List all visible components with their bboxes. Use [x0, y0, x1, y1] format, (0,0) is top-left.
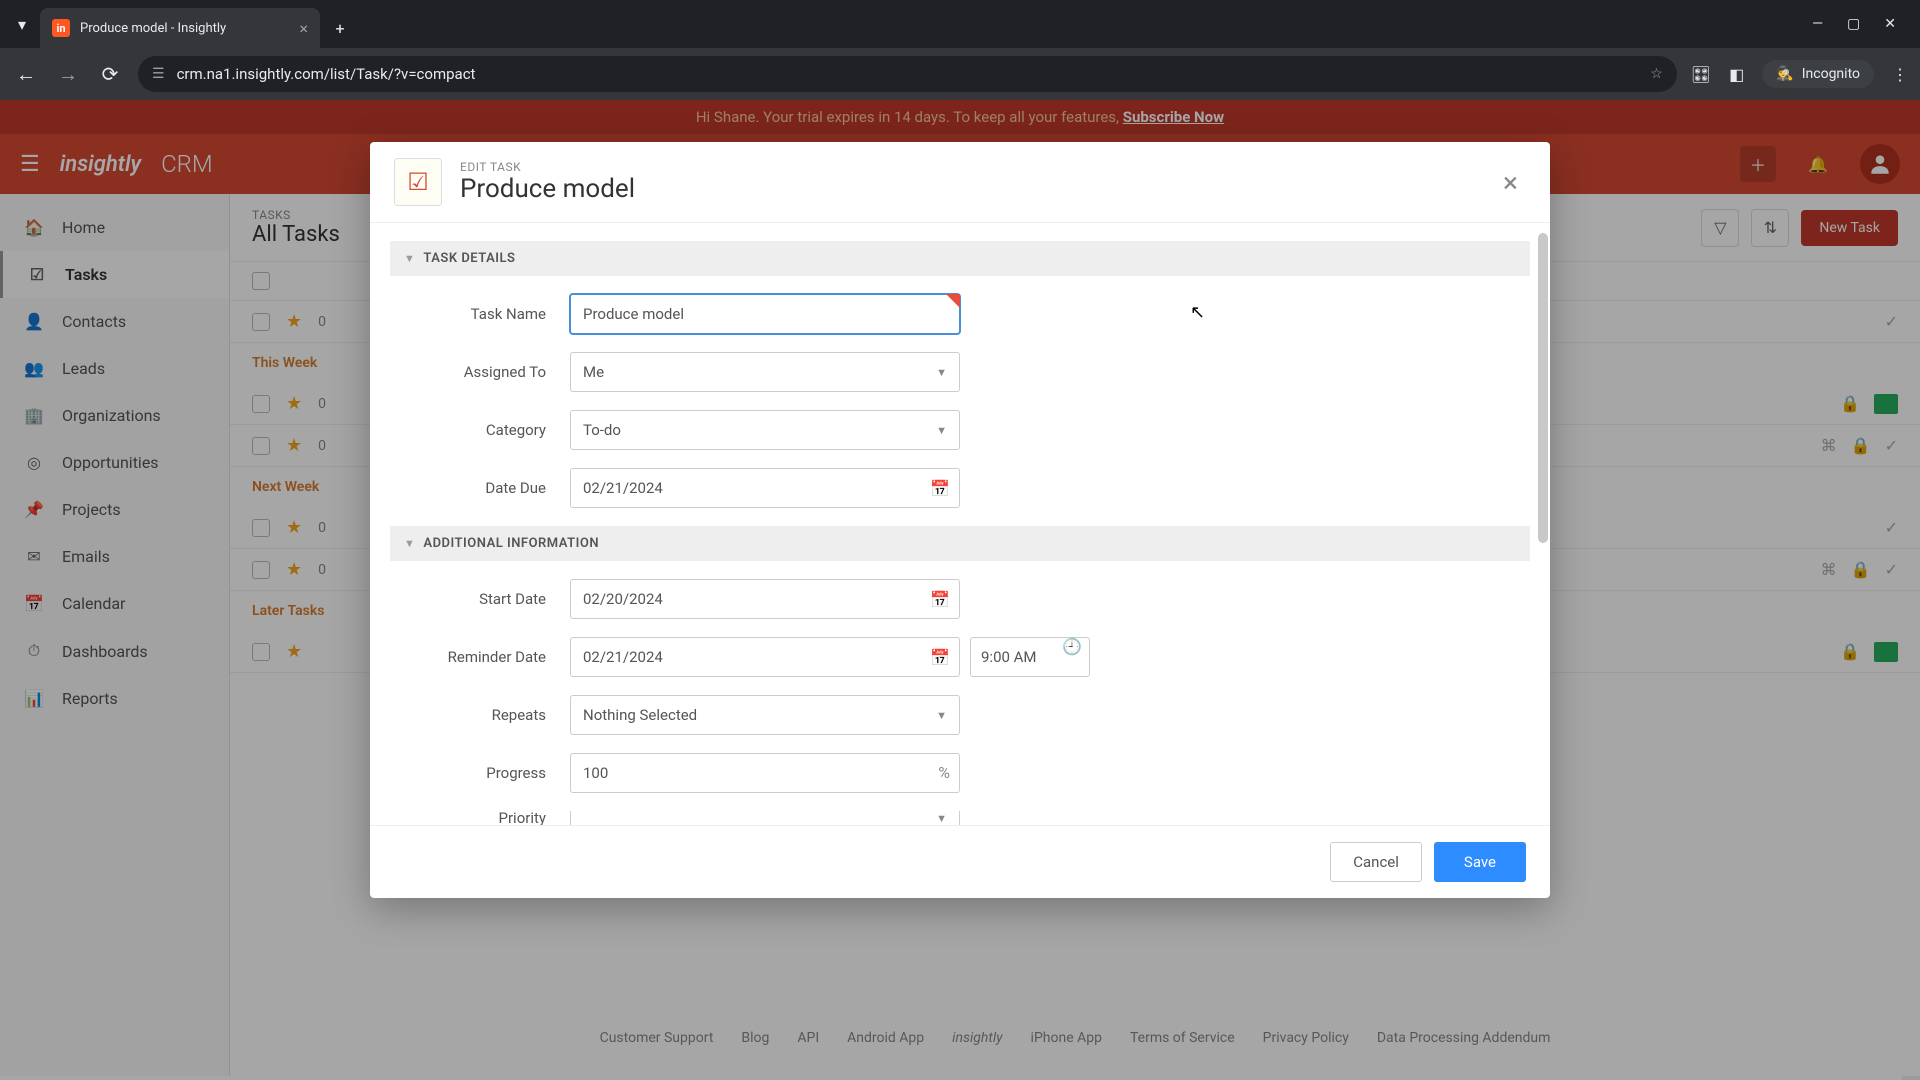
- chevron-down-icon: ▼: [936, 366, 947, 379]
- cancel-button[interactable]: Cancel: [1330, 842, 1422, 882]
- modal-footer: Cancel Save: [370, 825, 1550, 898]
- address-bar: ← → ⟳ ☰ crm.na1.insightly.com/list/Task/…: [0, 48, 1920, 100]
- task-name-input[interactable]: [570, 294, 960, 334]
- incognito-icon: 🕵: [1776, 66, 1793, 82]
- date-due-input[interactable]: [570, 468, 960, 508]
- task-icon: ☑: [394, 158, 442, 206]
- tab-bar: ▾ in Produce model - Insightly × + — ▢ ✕: [0, 0, 1920, 48]
- select-value: To-do: [583, 421, 621, 439]
- browser-tab[interactable]: in Produce model - Insightly ×: [40, 8, 320, 48]
- window-controls: — ▢ ✕: [1812, 16, 1912, 32]
- save-button[interactable]: Save: [1434, 842, 1526, 882]
- modal-scrollbar[interactable]: [1538, 233, 1548, 543]
- section-label: ADDITIONAL INFORMATION: [423, 536, 599, 551]
- label-start-date: Start Date: [390, 590, 570, 608]
- select-value: Nothing Selected: [583, 706, 697, 724]
- start-date-input[interactable]: [570, 579, 960, 619]
- reload-button[interactable]: ⟳: [96, 60, 124, 88]
- section-label: TASK DETAILS: [423, 251, 515, 266]
- tab-search-dropdown[interactable]: ▾: [8, 10, 36, 38]
- incognito-label: Incognito: [1802, 66, 1860, 82]
- chevron-down-icon: ▼: [936, 709, 947, 722]
- forward-button[interactable]: →: [54, 60, 82, 88]
- reminder-date-input[interactable]: [570, 637, 960, 677]
- modal-title: Produce model: [460, 174, 1477, 204]
- back-button[interactable]: ←: [12, 60, 40, 88]
- chevron-down-icon: ▼: [404, 537, 415, 550]
- label-priority: Priority: [390, 811, 570, 825]
- priority-select[interactable]: ▼: [570, 811, 960, 825]
- new-tab-button[interactable]: +: [324, 12, 356, 44]
- modal-header: ☑ EDIT TASK Produce model ×: [370, 142, 1550, 223]
- assigned-to-select[interactable]: Me ▼: [570, 352, 960, 392]
- section-additional-info[interactable]: ▼ ADDITIONAL INFORMATION: [390, 526, 1530, 561]
- modal-body: ▼ TASK DETAILS Task Name Assigned To Me: [370, 223, 1550, 825]
- incognito-badge[interactable]: 🕵 Incognito: [1762, 60, 1874, 88]
- percent-icon: %: [938, 763, 950, 782]
- chevron-down-icon: ▼: [936, 424, 947, 437]
- bookmark-icon[interactable]: ☆: [1650, 66, 1663, 82]
- tab-title: Produce model - Insightly: [80, 21, 289, 36]
- media-icon[interactable]: 🎛: [1691, 65, 1711, 84]
- panel-icon[interactable]: ◧: [1729, 65, 1744, 84]
- url-box[interactable]: ☰ crm.na1.insightly.com/list/Task/?v=com…: [138, 56, 1677, 92]
- app: Hi Shane. Your trial expires in 14 days.…: [0, 100, 1920, 1080]
- close-icon[interactable]: ×: [1495, 162, 1526, 203]
- reminder-time-input[interactable]: [970, 637, 1090, 677]
- close-window-icon[interactable]: ✕: [1884, 16, 1896, 32]
- category-select[interactable]: To-do ▼: [570, 410, 960, 450]
- label-task-name: Task Name: [390, 305, 570, 323]
- tab-close-icon[interactable]: ×: [299, 19, 308, 38]
- edit-task-modal: ☑ EDIT TASK Produce model × ▼ TASK DETAI…: [370, 142, 1550, 898]
- required-indicator: [946, 294, 960, 308]
- modal-overlay[interactable]: ☑ EDIT TASK Produce model × ▼ TASK DETAI…: [0, 100, 1920, 1080]
- chevron-down-icon: ▼: [404, 252, 415, 265]
- browser-menu-icon[interactable]: ⋮: [1892, 65, 1908, 84]
- label-assigned-to: Assigned To: [390, 363, 570, 381]
- label-progress: Progress: [390, 764, 570, 782]
- progress-input[interactable]: [570, 753, 960, 793]
- label-date-due: Date Due: [390, 479, 570, 497]
- select-value: Me: [583, 363, 604, 381]
- repeats-select[interactable]: Nothing Selected ▼: [570, 695, 960, 735]
- label-repeats: Repeats: [390, 706, 570, 724]
- label-category: Category: [390, 421, 570, 439]
- site-info-icon[interactable]: ☰: [152, 66, 165, 82]
- modal-subtitle: EDIT TASK: [460, 160, 1477, 174]
- label-reminder-date: Reminder Date: [390, 648, 570, 666]
- maximize-icon[interactable]: ▢: [1847, 16, 1860, 32]
- minimize-icon[interactable]: —: [1812, 16, 1823, 32]
- url-text: crm.na1.insightly.com/list/Task/?v=compa…: [177, 65, 1639, 83]
- favicon: in: [52, 19, 70, 37]
- chevron-down-icon: ▼: [936, 812, 947, 825]
- browser-chrome: ▾ in Produce model - Insightly × + — ▢ ✕…: [0, 0, 1920, 100]
- section-task-details[interactable]: ▼ TASK DETAILS: [390, 241, 1530, 276]
